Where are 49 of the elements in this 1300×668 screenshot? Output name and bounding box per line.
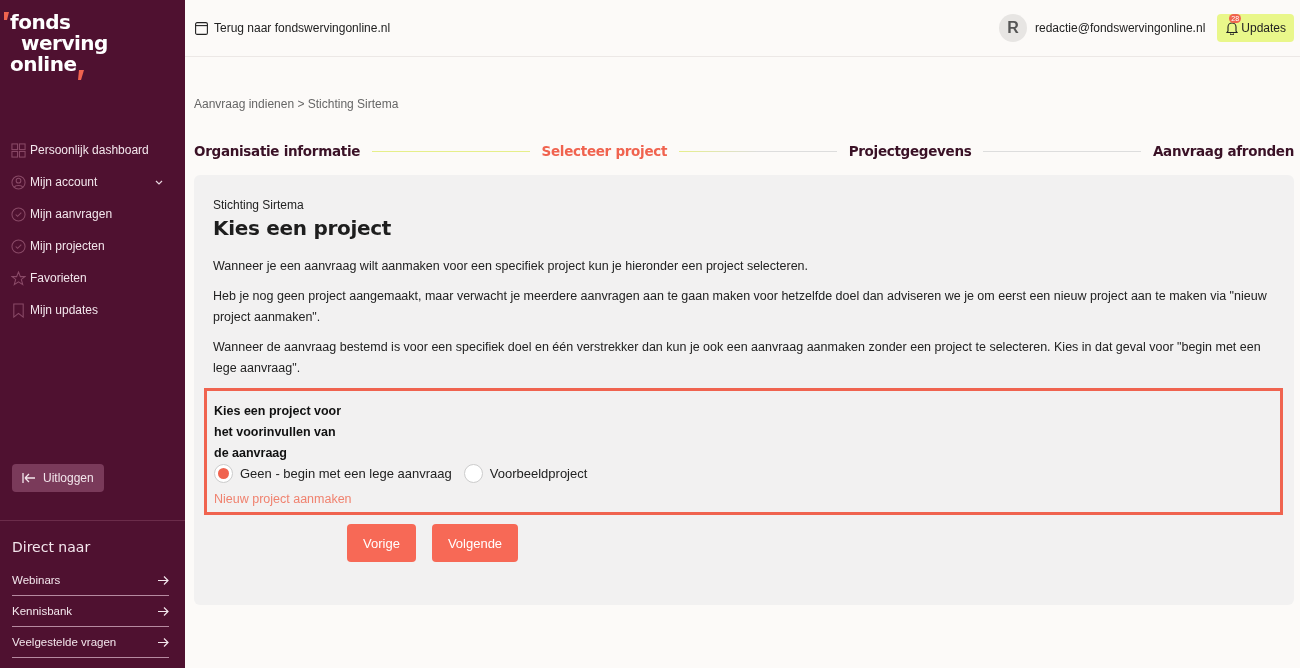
step-label: Projectgegevens	[848, 143, 972, 159]
section-title: Direct naar	[12, 539, 92, 555]
sidebar-link[interactable]: Webinars	[12, 565, 169, 596]
radio-button[interactable]	[463, 464, 483, 483]
sidebar-link[interactable]: Veelgestelde vragen	[12, 627, 169, 658]
logo-text: online	[10, 54, 77, 75]
sidebar-link[interactable]: Kennisbank	[12, 596, 169, 627]
user-icon	[11, 174, 26, 190]
step-label: Selecteer project	[541, 143, 668, 159]
radio-button[interactable]	[214, 464, 233, 483]
check-circle-icon	[11, 238, 26, 254]
radio-option[interactable]: Geen - begin met een lege aanvraag	[214, 464, 452, 483]
nav-item[interactable]: Mijn account	[11, 166, 185, 198]
logo-mark-icon	[78, 70, 84, 80]
nav-item[interactable]: Mijn updates	[11, 294, 185, 326]
nav-item[interactable]: Favorieten	[11, 262, 185, 294]
back-link[interactable]: Terug naar fondswervingonline.nl	[195, 21, 391, 35]
step-label: Aanvraag afronden	[1152, 143, 1294, 159]
bookmark-icon	[11, 302, 26, 318]
arrow-right-icon	[158, 637, 169, 647]
logo-text: werving	[21, 33, 108, 54]
logout-icon	[22, 473, 35, 483]
step-label: Organisatie informatie	[194, 143, 361, 159]
nav-item[interactable]: Persoonlijk dashboard	[11, 134, 185, 166]
question-label: de aanvraag	[214, 445, 288, 462]
browser-window-icon	[195, 21, 208, 35]
avatar[interactable]: R	[999, 14, 1027, 42]
check-circle-icon	[11, 206, 26, 222]
question-label: het voorinvullen van	[214, 424, 337, 441]
logo-text: fonds	[10, 12, 71, 33]
nav-item[interactable]: Mijn projecten	[11, 230, 185, 262]
page-title: Kies een project	[213, 216, 393, 240]
arrow-right-icon	[158, 575, 169, 585]
chevron-down-icon	[155, 179, 163, 185]
grid-icon	[11, 142, 26, 158]
question-label: Kies een project voor	[214, 403, 343, 420]
radio-option[interactable]: Voorbeeldproject	[463, 464, 588, 483]
logo-mark-icon	[4, 12, 9, 20]
user-email: redactie@fondswervingonline.nl	[1035, 21, 1206, 35]
paragraph: Wanneer je een aanvraag wilt aanmaken voor een specifiek project kun je hieronder een project selecteren.	[213, 258, 810, 275]
star-icon	[11, 270, 26, 286]
arrow-right-icon	[158, 606, 169, 616]
paragraph: Wanneer de aanvraag bestemd is voor een specifiek doel en één verstrekker dan kun je ook een aanvraag aanmaken zonder een project te selecteren. Kies in dat geval voor "begin met een lege aanvraag".	[213, 339, 1262, 377]
breadcrumb: Aanvraag indienen > Stichting Sirtema	[194, 97, 400, 111]
nav-item[interactable]: Mijn aanvragen	[11, 198, 185, 230]
bell-icon	[1225, 21, 1240, 35]
logout-button[interactable]: Uitloggen	[12, 464, 104, 492]
paragraph: Heb je nog geen project aangemaakt, maar verwacht je meerdere aanvragen aan te gaan maken voor hetzelfde doel dan adviseren we je om eerst een nieuw project aan te maken via "nieuw project aanmaken".	[213, 288, 1268, 326]
organisation-name: Stichting Sirtema	[213, 198, 305, 212]
